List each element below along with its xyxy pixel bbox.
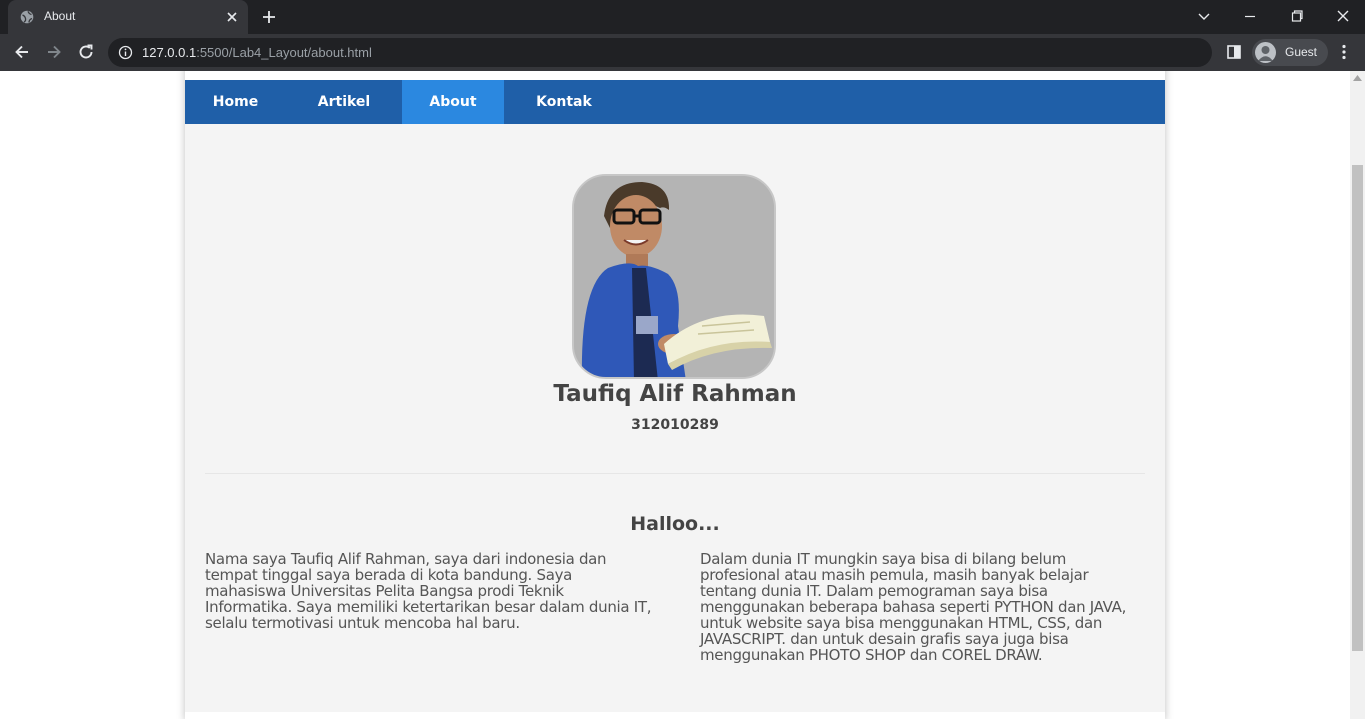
vertical-scrollbar[interactable]: [1350, 71, 1365, 719]
header-strip: [185, 71, 1165, 80]
close-window-icon[interactable]: [1335, 8, 1351, 24]
minimize-icon[interactable]: [1242, 8, 1258, 24]
reload-icon[interactable]: [77, 43, 95, 61]
address-bar[interactable]: 127.0.0.1:5500/Lab4_Layout/about.html: [108, 38, 1212, 67]
browser-toolbar: 127.0.0.1:5500/Lab4_Layout/about.html Gu…: [0, 34, 1365, 71]
profile-photo: [572, 174, 776, 379]
kebab-menu-icon[interactable]: [1337, 43, 1351, 61]
new-tab-icon[interactable]: [260, 8, 278, 26]
main-navigation: Home Artikel About Kontak: [185, 80, 1165, 124]
nav-item-home[interactable]: Home: [185, 80, 286, 124]
profile-nim: 312010289: [631, 417, 719, 433]
browser-tab-strip: About: [0, 0, 1365, 34]
scroll-up-arrow-icon[interactable]: [1353, 75, 1362, 81]
browser-tab-about[interactable]: About: [8, 0, 248, 34]
globe-icon: [20, 10, 34, 24]
tab-title: About: [44, 9, 76, 23]
scrollbar-thumb[interactable]: [1352, 165, 1363, 651]
url-path: :5500/Lab4_Layout/about.html: [196, 45, 372, 60]
about-paragraph-right: Dalam dunia IT mungkin saya bisa di bila…: [700, 550, 1127, 664]
url-host: 127.0.0.1: [142, 45, 197, 60]
greeting-heading: Halloo...: [630, 513, 720, 535]
section-divider: [205, 473, 1145, 474]
site-info-icon[interactable]: [118, 45, 133, 60]
page-container: Home Artikel About Kontak Taufiq Alif Ra…: [185, 71, 1165, 719]
tab-search-chevron-icon[interactable]: [1196, 8, 1212, 24]
about-paragraph-left: Nama saya Taufiq Alif Rahman, saya dari …: [205, 550, 652, 632]
side-panel-icon[interactable]: [1226, 44, 1242, 60]
back-icon[interactable]: [13, 43, 31, 61]
nav-item-artikel[interactable]: Artikel: [286, 80, 402, 124]
nav-item-about[interactable]: About: [402, 80, 504, 124]
url-text: 127.0.0.1:5500/Lab4_Layout/about.html: [142, 45, 372, 60]
profile-button[interactable]: Guest: [1252, 39, 1328, 66]
restore-icon[interactable]: [1289, 8, 1305, 24]
profile-label: Guest: [1285, 45, 1318, 59]
guest-avatar-icon: [1255, 42, 1276, 63]
nav-item-kontak[interactable]: Kontak: [504, 80, 624, 124]
footer-strip: [185, 712, 1165, 719]
page-viewport: Home Artikel About Kontak Taufiq Alif Ra…: [0, 71, 1365, 719]
forward-icon[interactable]: [45, 43, 63, 61]
close-tab-icon[interactable]: [224, 9, 240, 25]
profile-name: Taufiq Alif Rahman: [553, 381, 797, 407]
